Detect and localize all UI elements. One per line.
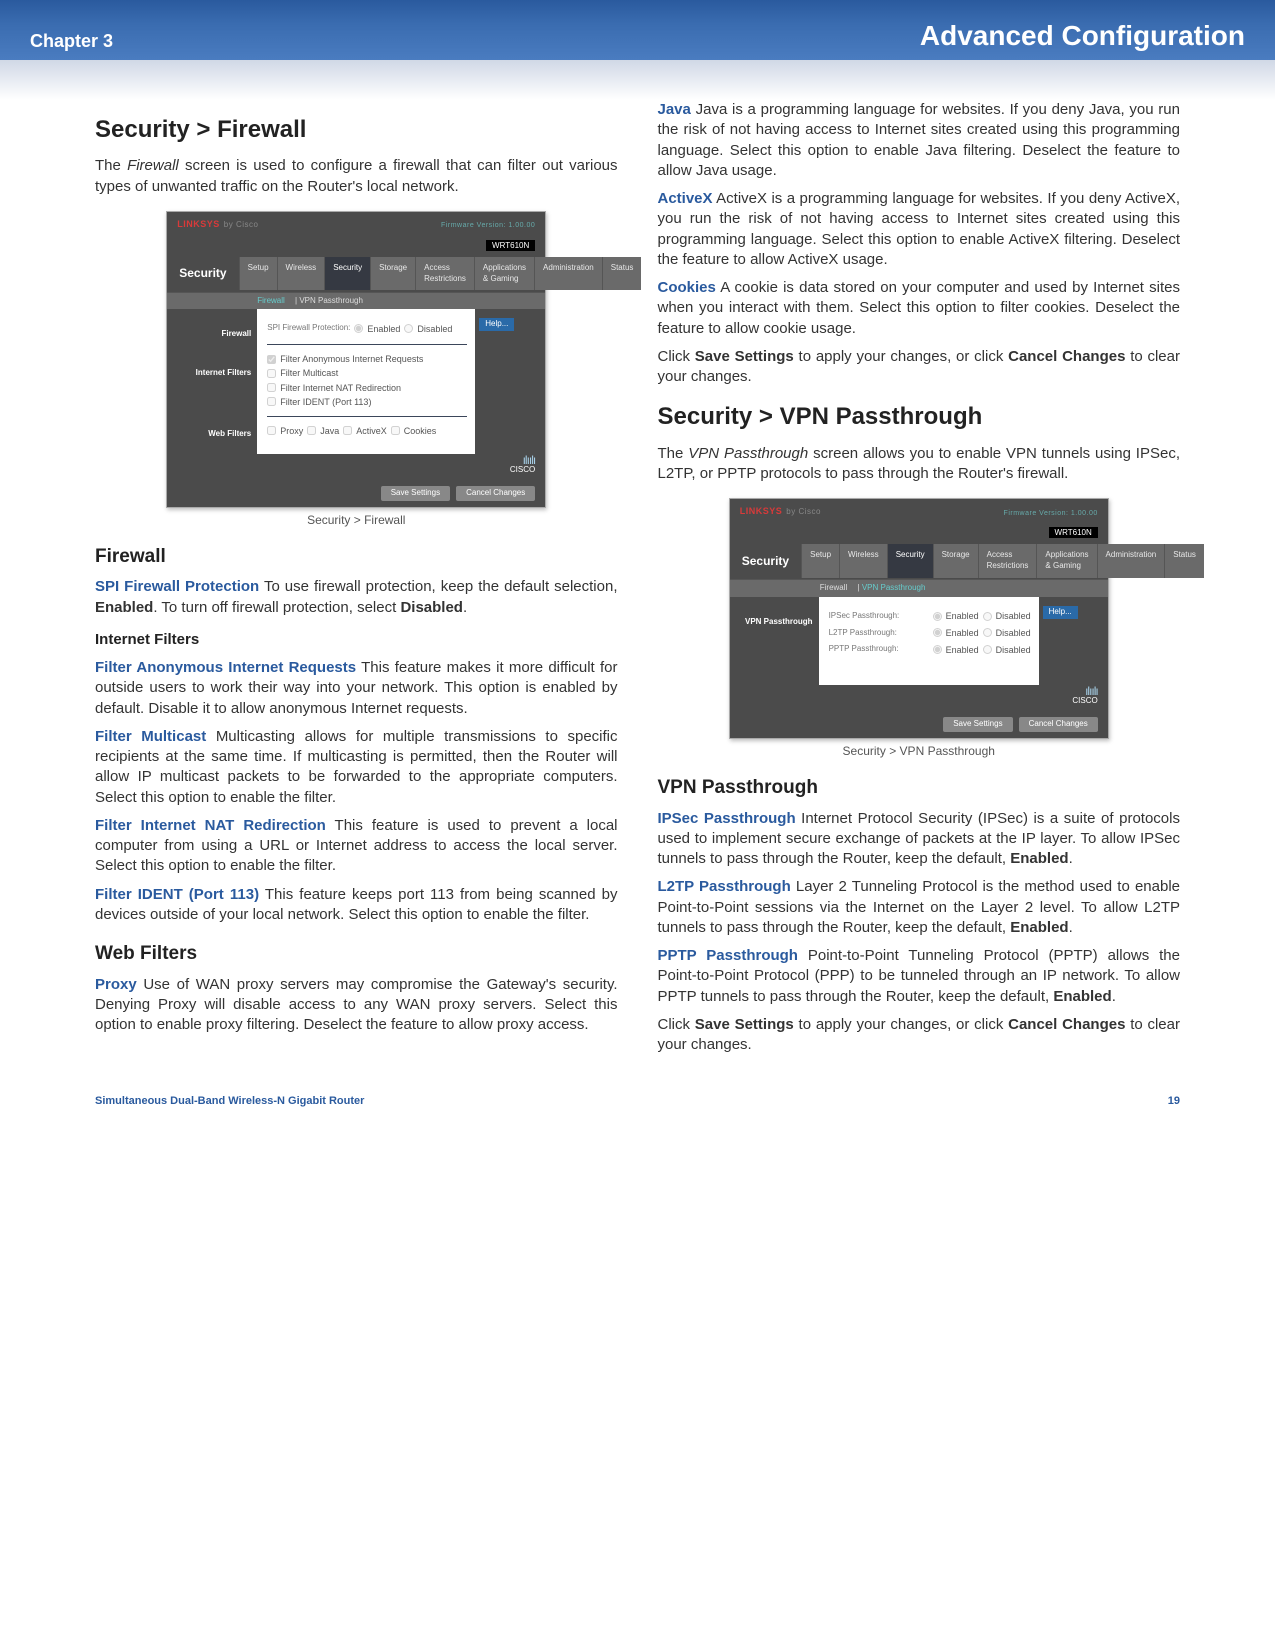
- para-multicast: Filter Multicast Multicasting allows for…: [95, 727, 618, 808]
- para-activex: ActiveX ActiveX is a programming languag…: [658, 189, 1181, 270]
- header-shadow: [0, 60, 1275, 100]
- para-vpn-intro: The VPN Passthrough screen allows you to…: [658, 444, 1181, 485]
- footer-product: Simultaneous Dual-Band Wireless-N Gigabi…: [95, 1095, 364, 1107]
- chapter-label: Chapter 3: [30, 31, 113, 52]
- para-cookies: Cookies A cookie is data stored on your …: [658, 278, 1181, 339]
- para-java: Java Java is a programming language for …: [658, 100, 1181, 181]
- para-proxy: Proxy Use of WAN proxy servers may compr…: [95, 975, 618, 1036]
- heading-firewall: Firewall: [95, 544, 618, 570]
- heading-web-filters: Web Filters: [95, 941, 618, 967]
- header-title: Advanced Configuration: [920, 20, 1245, 52]
- para-spi: SPI Firewall Protection To use firewall …: [95, 577, 618, 618]
- heading-internet-filters: Internet Filters: [95, 630, 618, 650]
- footer-page: 19: [1168, 1095, 1180, 1107]
- para-ipsec: IPSec Passthrough Internet Protocol Secu…: [658, 809, 1181, 870]
- page-header: Chapter 3 Advanced Configuration: [0, 0, 1275, 60]
- caption-firewall: Security > Firewall: [95, 512, 618, 528]
- para-save1: Click Save Settings to apply your change…: [658, 347, 1181, 388]
- figure-vpn-screenshot: LINKSYSby CiscoFirmware Version: 1.00.00…: [658, 498, 1181, 739]
- para-firewall-intro: The Firewall screen is used to configure…: [95, 156, 618, 197]
- para-save2: Click Save Settings to apply your change…: [658, 1015, 1181, 1056]
- content: Security > Firewall The Firewall screen …: [0, 100, 1275, 1085]
- linksys-screenshot-vpn: LINKSYSby CiscoFirmware Version: 1.00.00…: [729, 498, 1109, 739]
- heading-security-firewall: Security > Firewall: [95, 114, 618, 146]
- para-ident: Filter IDENT (Port 113) This feature kee…: [95, 885, 618, 926]
- caption-vpn: Security > VPN Passthrough: [658, 743, 1181, 759]
- heading-security-vpn: Security > VPN Passthrough: [658, 401, 1181, 433]
- figure-firewall-screenshot: LINKSYSby CiscoFirmware Version: 1.00.00…: [95, 211, 618, 508]
- linksys-screenshot-firewall: LINKSYSby CiscoFirmware Version: 1.00.00…: [166, 211, 546, 508]
- page-footer: Simultaneous Dual-Band Wireless-N Gigabi…: [0, 1085, 1275, 1137]
- para-l2tp: L2TP Passthrough Layer 2 Tunneling Proto…: [658, 877, 1181, 938]
- para-pptp: PPTP Passthrough Point-to-Point Tunnelin…: [658, 946, 1181, 1007]
- para-anon: Filter Anonymous Internet Requests This …: [95, 658, 618, 719]
- heading-vpn-passthrough: VPN Passthrough: [658, 775, 1181, 801]
- para-nat: Filter Internet NAT Redirection This fea…: [95, 816, 618, 877]
